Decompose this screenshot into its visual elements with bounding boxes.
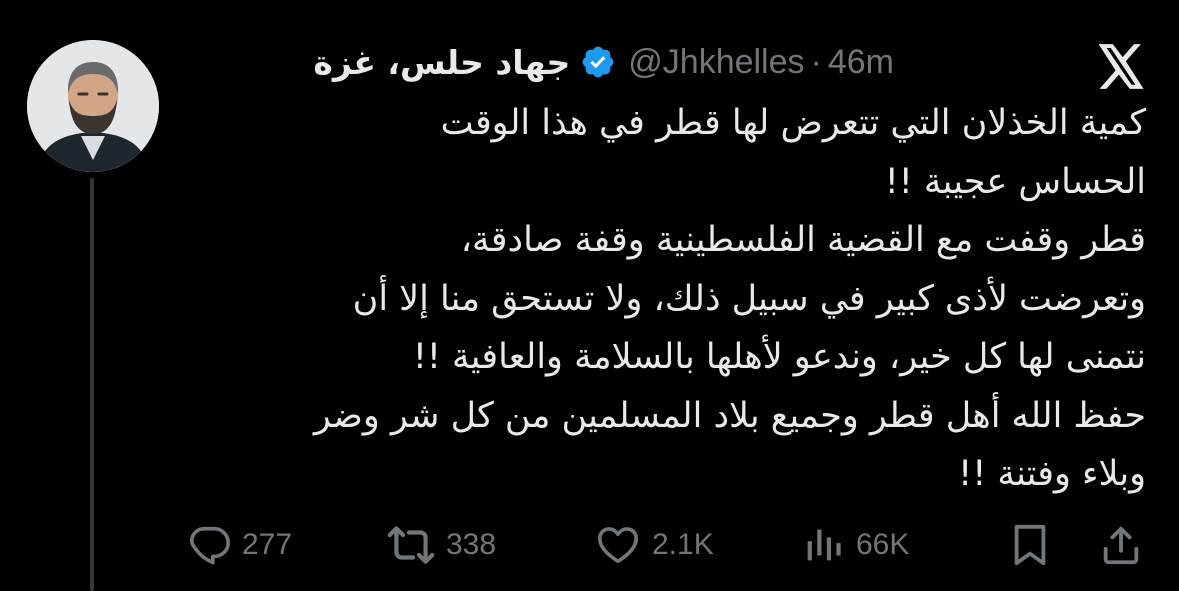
author-handle[interactable]: @Jhkhelles xyxy=(628,43,804,82)
reply-icon xyxy=(186,522,232,568)
display-name[interactable]: جهاد حلس، غزة xyxy=(313,43,570,82)
timestamp[interactable]: 46m xyxy=(828,43,894,82)
bookmark-button[interactable] xyxy=(1010,518,1050,572)
reply-count: 277 xyxy=(242,528,293,561)
tweet-text-line: حفظ الله أهل قطر وجميع بلاد المسلمين من … xyxy=(313,395,1146,436)
repost-icon xyxy=(386,522,436,568)
x-logo-icon xyxy=(1096,44,1146,90)
tweet-text-line: وبلاء وفتنة !! xyxy=(958,454,1146,494)
tweet-text-line: وتعرضت لأذى كبير في سبيل ذلك، ولا تستحق … xyxy=(352,278,1146,319)
reply-button[interactable]: 277 xyxy=(186,518,292,572)
tweet-header: جهاد حلس، غزة @Jhkhelles · 46m xyxy=(313,36,894,88)
tweet-text-line: الحساس عجيبة !! xyxy=(884,161,1146,202)
tweet-text-line: كمية الخذلان التي تتعرض لها قطر في هذا ا… xyxy=(440,103,1146,143)
tweet-text-line: نتمنى لها كل خير، وندعو لأهلها بالسلامة … xyxy=(412,337,1146,377)
share-button[interactable] xyxy=(1098,518,1144,572)
meta-separator: · xyxy=(810,42,822,81)
share-icon xyxy=(1098,522,1144,568)
like-count: 2.1K xyxy=(652,528,714,561)
avatar[interactable] xyxy=(27,40,159,172)
bookmark-icon xyxy=(1010,522,1050,568)
tweet-text: كمية الخذلان التي تتعرض لها قطر في هذا ا… xyxy=(156,94,1146,504)
tweet-action-bar: 277 338 2.1K 66K xyxy=(0,518,1179,572)
tweet-text-line: قطر وقفت مع القضية الفلسطينية وقفة صادقة… xyxy=(460,220,1146,260)
views-button[interactable]: 66K xyxy=(800,518,909,572)
like-button[interactable]: 2.1K xyxy=(594,518,714,572)
views-count: 66K xyxy=(856,528,910,561)
verified-badge-icon[interactable] xyxy=(580,44,616,80)
repost-count: 338 xyxy=(446,528,497,561)
views-icon xyxy=(800,522,846,568)
repost-button[interactable]: 338 xyxy=(386,518,496,572)
like-icon xyxy=(594,522,642,568)
